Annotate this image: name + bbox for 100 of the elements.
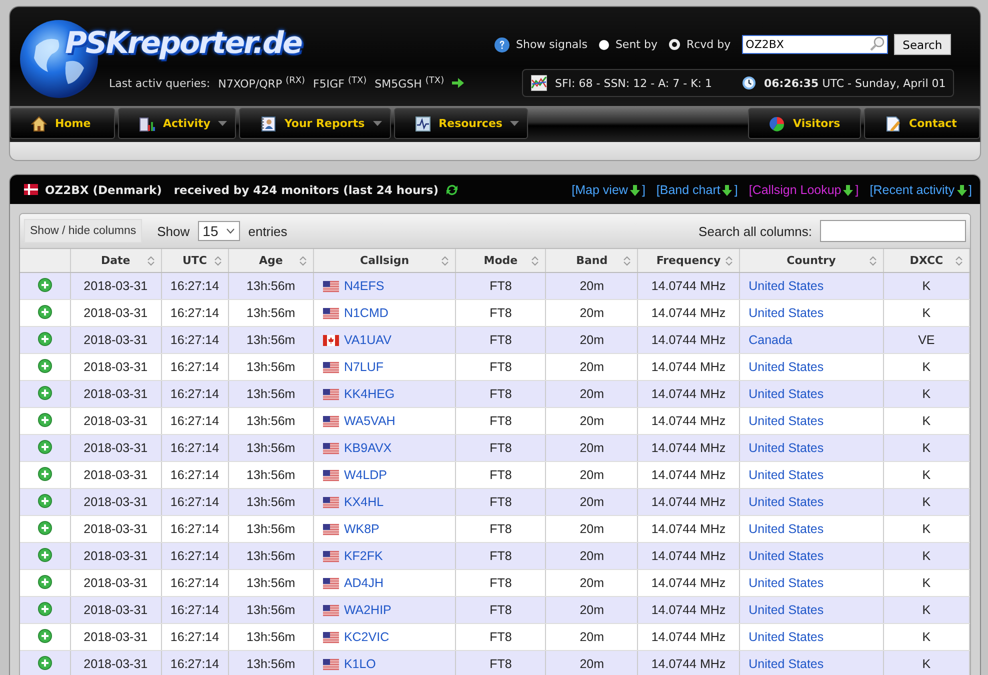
callsign-link[interactable]: KK4HEG [344,387,395,401]
country-link[interactable]: United States [748,630,824,644]
column-header[interactable]: Mode [456,249,546,272]
nav-tab[interactable]: Visitors [748,108,861,139]
expand-icon[interactable] [38,278,52,292]
column-header[interactable]: Age [228,249,314,272]
down-arrow-icon[interactable] [630,184,640,196]
show-signals-label: Show signals [516,38,588,51]
radio-label: Rcvd by [686,38,731,51]
expand-icon[interactable] [38,574,52,588]
callsign-link[interactable]: KX4HL [344,495,384,509]
down-arrow-icon[interactable] [722,184,732,196]
sort-icon[interactable] [724,256,733,266]
table-cell: 14.0744 MHz [638,542,740,570]
expand-icon[interactable] [38,602,52,616]
expand-icon[interactable] [38,548,52,562]
table-cell: 20m [546,326,638,354]
country-link[interactable]: United States [748,576,824,590]
table-cell: FT8 [456,596,546,624]
search-field[interactable]: OZ2BX [742,35,888,54]
callsign-link[interactable]: KC2VIC [344,630,390,644]
country-link[interactable]: United States [748,306,824,320]
column-header[interactable]: Callsign [313,249,456,272]
callsign-link[interactable]: KF2FK [344,549,383,563]
nav-tab[interactable]: Contact [864,108,980,139]
expand-icon[interactable] [38,386,52,400]
us-flag-icon [322,496,339,508]
table-cell: 16:27:14 [161,434,228,462]
sort-icon[interactable] [146,256,155,266]
expand-icon[interactable] [38,628,52,642]
expand-icon[interactable] [38,304,52,318]
search-icon[interactable] [868,36,885,52]
clock-text: 06:26:35 UTC - Sunday, April 01 [764,76,946,90]
right-arrow-icon[interactable] [452,78,464,88]
callsign-link[interactable]: KB9AVX [344,441,392,455]
sort-icon[interactable] [623,256,632,266]
callsign-link[interactable]: WK8P [344,522,380,536]
country-link[interactable]: United States [748,468,824,482]
expand-icon[interactable] [38,656,52,670]
nav-tab[interactable]: Resources [394,108,528,139]
table-cell: FT8 [456,272,546,300]
sort-icon[interactable] [214,256,222,266]
sort-icon[interactable] [531,256,540,266]
expand-icon[interactable] [38,466,52,480]
column-header[interactable]: Band [546,249,638,272]
table-search-field[interactable] [820,220,966,242]
callsign-link[interactable]: N7LUF [344,360,384,374]
query-link[interactable]: SM5GSH $^{(TX)}$ [374,76,444,91]
sort-icon[interactable] [955,256,963,266]
chart-icon[interactable] [531,75,547,91]
table-cell: K [883,380,970,408]
down-arrow-icon[interactable] [956,184,967,196]
columns-button[interactable]: Show / hide columns [24,219,142,243]
panel-link[interactable]: [Map view ] [572,182,646,196]
callsign-link[interactable]: VA1UAV [344,333,392,347]
table-cell: 13h:56m [228,272,314,300]
denmark-flag-icon [24,184,38,195]
help-icon[interactable] [494,36,510,52]
page-size-select[interactable]: 15 [198,221,240,241]
column-header[interactable]: Date [70,249,162,272]
nav-tab[interactable]: Home [10,108,115,139]
refresh-icon[interactable] [445,182,460,196]
country-link[interactable]: United States [748,414,824,428]
expand-icon[interactable] [38,520,52,534]
column-header[interactable]: DXCC [883,249,970,272]
radio-button[interactable] [599,40,610,50]
column-header[interactable]: Frequency [638,249,740,272]
panel-link[interactable]: [Callsign Lookup ] [748,182,859,196]
callsign-link[interactable]: N4EFS [344,279,384,293]
country-link[interactable]: Canada [748,333,792,347]
nav-tab[interactable]: Activity [118,108,236,139]
column-header[interactable]: Country [739,249,884,272]
expand-icon[interactable] [38,494,52,508]
search-button[interactable]: Search [894,34,952,55]
sort-icon[interactable] [441,256,450,266]
radio-label: Sent by [615,38,658,51]
expand-icon[interactable] [38,412,52,426]
panel-link[interactable]: [Band chart ] [656,182,738,196]
sort-icon[interactable] [298,256,307,266]
down-arrow-icon[interactable] [843,184,854,196]
table-cell: K [883,272,970,300]
callsign-link[interactable]: WA5VAH [344,414,396,428]
callsign-link[interactable]: W4LDP [344,468,388,482]
callsign-link[interactable]: K1LO [344,657,376,671]
callsign-link[interactable]: WA2HIP [344,603,392,617]
nav-tab[interactable]: Your Reports [239,108,391,139]
expand-icon[interactable] [38,440,52,454]
sort-icon[interactable] [868,256,877,266]
callsign-link[interactable]: N1CMD [344,306,388,320]
country-link[interactable]: United States [748,522,824,536]
column-header[interactable]: UTC [161,249,228,272]
query-link[interactable]: F5IGF $^{(TX)}$ [313,76,367,91]
expand-icon[interactable] [38,358,52,372]
country-link[interactable]: United States [748,360,824,374]
expand-icon[interactable] [38,332,52,346]
radio-button[interactable] [669,39,680,50]
callsign-link[interactable]: AD4JH [344,576,384,590]
table-cell: 13h:56m [228,650,314,675]
query-link[interactable]: N7XOP/QRP $^{(RX)}$ [218,76,306,91]
panel-link[interactable]: [Recent activity ] [870,182,972,196]
